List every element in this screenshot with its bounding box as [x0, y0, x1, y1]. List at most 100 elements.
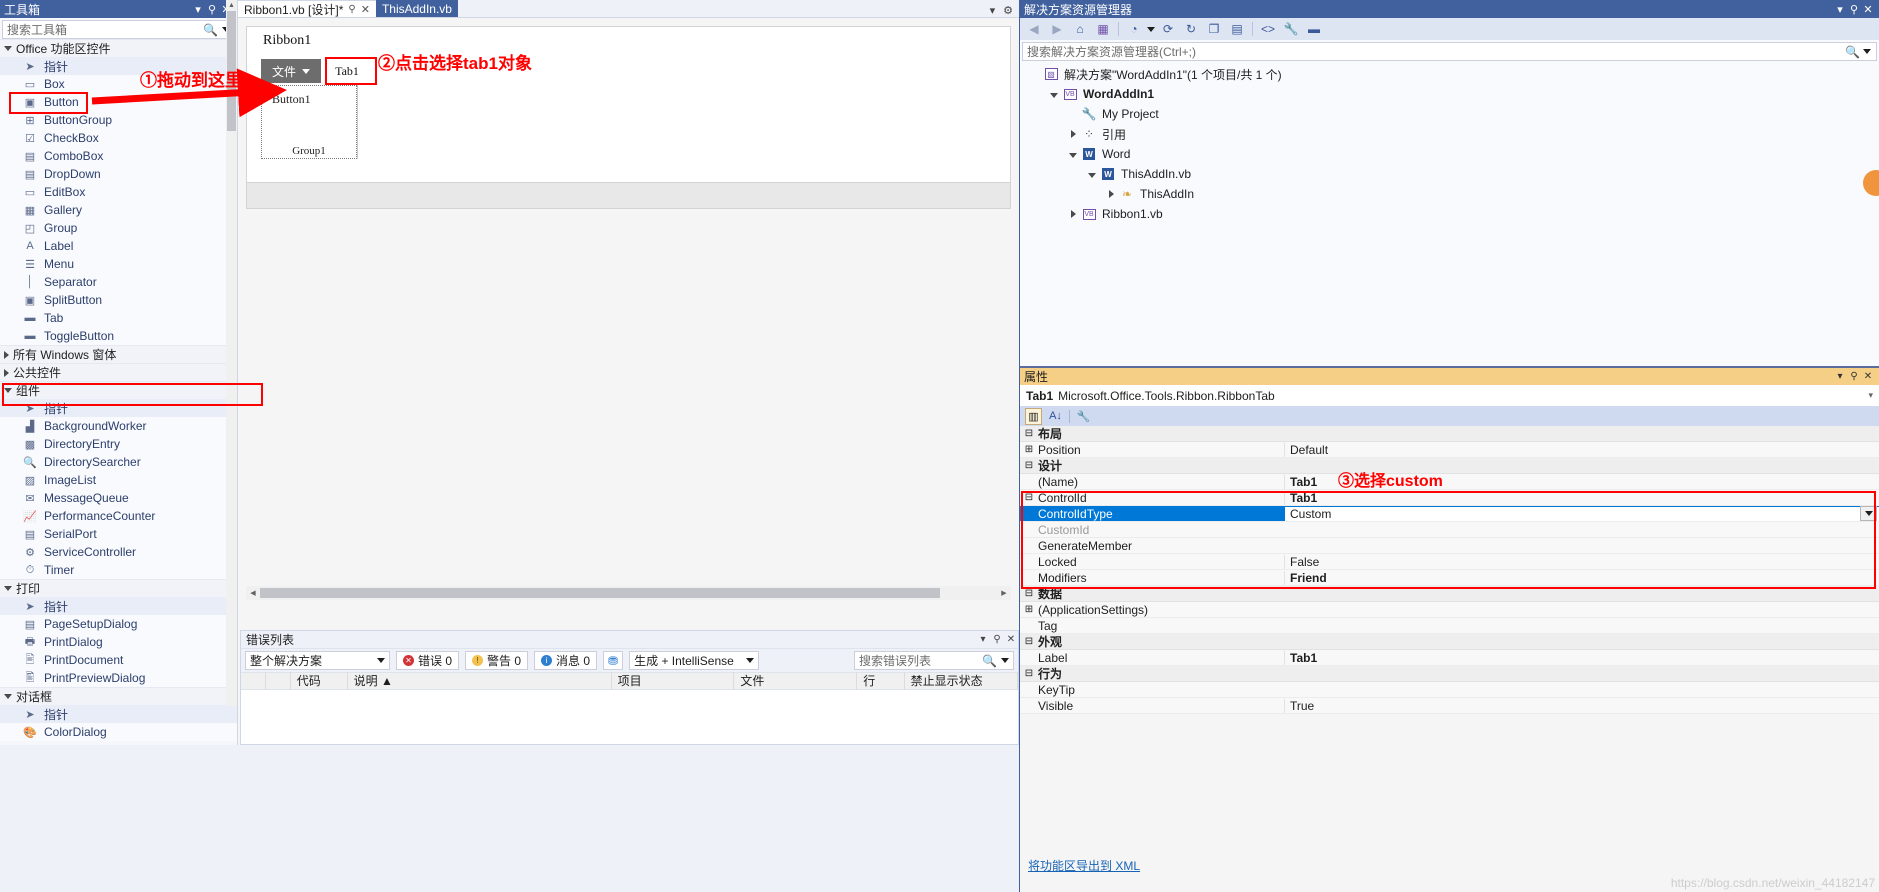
search-icon[interactable]: 🔍: [1845, 45, 1863, 59]
minimize-icon[interactable]: ▬: [1304, 19, 1324, 39]
chevron-down-icon[interactable]: [4, 46, 12, 51]
toolbox-item-dropdown[interactable]: ▤ DropDown: [0, 165, 237, 183]
pin-icon[interactable]: ⚲: [1847, 3, 1861, 16]
document-tab-thisaddin[interactable]: ThisAddIn.vb: [375, 0, 458, 17]
properties-object-select[interactable]: Tab1 Microsoft.Office.Tools.Ribbon.Ribbo…: [1020, 385, 1879, 406]
toolbox-group-header[interactable]: 组件: [0, 381, 237, 399]
chevron-down-icon[interactable]: [1860, 506, 1877, 521]
error-list-column-header[interactable]: [266, 672, 291, 690]
properties-grid[interactable]: ⊟ 布局 ⊞ Position Default ⊟ 设计 (Name) Tab1 ⊟ Control…: [1020, 426, 1879, 714]
search-icon[interactable]: 🔍: [982, 654, 997, 668]
toolbox-item-checkbox[interactable]: ☑ CheckBox: [0, 129, 237, 147]
solution-tree-item[interactable]: ❧ ThisAddIn: [1020, 184, 1879, 204]
error-list-rows[interactable]: [241, 690, 1018, 744]
close-icon[interactable]: ✕: [361, 3, 370, 16]
properties-category-row[interactable]: ⊟ 行为: [1020, 666, 1879, 682]
properties-category-row[interactable]: ⊟ 外观: [1020, 634, 1879, 650]
error-list-column-header[interactable]: [241, 672, 266, 690]
toolbox-item-splitbutton[interactable]: ▣ SplitButton: [0, 291, 237, 309]
collapse-icon[interactable]: ⊟: [1020, 588, 1038, 599]
chevron-down-icon[interactable]: ▾: [1833, 3, 1847, 16]
toolbox-item-gallery[interactable]: ▦ Gallery: [0, 201, 237, 219]
toolbox-item-directoryentry[interactable]: ▩ DirectoryEntry: [0, 435, 237, 453]
toolbox-group-header[interactable]: 公共控件: [0, 363, 237, 381]
properties-row-modifiers[interactable]: Modifiers Friend: [1020, 570, 1879, 586]
chevron-down-icon[interactable]: ▾: [1833, 371, 1847, 382]
close-icon[interactable]: ✕: [1861, 3, 1875, 16]
properties-icon[interactable]: 🔧: [1075, 408, 1092, 425]
back-icon[interactable]: ◀: [1024, 19, 1044, 39]
chevron-down-icon[interactable]: [4, 388, 12, 393]
home-icon[interactable]: ⌂: [1070, 19, 1090, 39]
toolbox-scrollbar[interactable]: ▲: [226, 0, 237, 706]
properties-row-locked[interactable]: Locked False: [1020, 554, 1879, 570]
solution-tree-item[interactable]: W ThisAddIn.vb: [1020, 164, 1879, 184]
toolbox-item-imagelist[interactable]: ▨ ImageList: [0, 471, 237, 489]
properties-category-row[interactable]: ⊟ 布局: [1020, 426, 1879, 442]
categorized-icon[interactable]: ▥: [1025, 407, 1042, 425]
expander-icon[interactable]: ⊞: [1020, 604, 1038, 615]
properties-row--applicationsettings-[interactable]: ⊞ (ApplicationSettings): [1020, 602, 1879, 618]
chevron-right-icon[interactable]: [4, 368, 9, 377]
toolbox-item-buttongroup[interactable]: ⊞ ButtonGroup: [0, 111, 237, 129]
properties-category-row[interactable]: ⊟ 数据: [1020, 586, 1879, 602]
ribbon-group-container[interactable]: Button1 Group1: [261, 85, 357, 159]
pending-changes-icon[interactable]: ◔: [1124, 19, 1144, 39]
collapse-icon[interactable]: ⊟: [1020, 460, 1038, 471]
toolbox-item-menu[interactable]: ☰ Menu: [0, 255, 237, 273]
pin-icon[interactable]: ⚲: [348, 4, 355, 15]
toolbox-item-printpreviewdialog[interactable]: 🖺 PrintPreviewDialog: [0, 669, 237, 687]
error-list-column-header[interactable]: 禁止显示状态: [905, 672, 1019, 690]
toolbox-item-serialport[interactable]: ▤ SerialPort: [0, 525, 237, 543]
messages-filter-button[interactable]: i 消息 0: [534, 651, 598, 670]
expander-icon[interactable]: ⊞: [1020, 444, 1038, 455]
properties-row-position[interactable]: ⊞ Position Default: [1020, 442, 1879, 458]
solution-explorer-tree[interactable]: ▧ 解决方案"WordAddIn1"(1 个项目/共 1 个) VB WordAddI…: [1020, 61, 1879, 224]
toolbox-item-directorysearcher[interactable]: 🔍 DirectorySearcher: [0, 453, 237, 471]
properties-row-value[interactable]: True: [1284, 698, 1879, 713]
solution-explorer-search-input[interactable]: 搜索解决方案资源管理器(Ctrl+;) 🔍: [1022, 42, 1877, 61]
error-list-column-header[interactable]: 文件: [734, 672, 858, 690]
ribbon-file-button[interactable]: 文件: [261, 59, 321, 83]
properties-row-value[interactable]: Custom: [1284, 506, 1879, 521]
toolbox-item-group[interactable]: ◰ Group: [0, 219, 237, 237]
collapse-icon[interactable]: ⊟: [1020, 428, 1038, 439]
error-list-scope-select[interactable]: 整个解决方案: [245, 651, 390, 670]
collapse-all-icon[interactable]: ❐: [1204, 19, 1224, 39]
chevron-down-icon[interactable]: [377, 658, 385, 663]
chevron-right-icon[interactable]: [1066, 127, 1080, 141]
toolbox-item-button[interactable]: ▣ Button: [0, 93, 237, 111]
toolbox-item-servicecontroller[interactable]: ⚙ ServiceController: [0, 543, 237, 561]
properties-row-visible[interactable]: Visible True: [1020, 698, 1879, 714]
sync-icon[interactable]: ↻: [1181, 19, 1201, 39]
properties-row-generatemember[interactable]: GenerateMember: [1020, 538, 1879, 554]
expander-icon[interactable]: ⊟: [1020, 492, 1038, 503]
chevron-down-icon[interactable]: [746, 658, 755, 663]
toolbox-item-combobox[interactable]: ▤ ComboBox: [0, 147, 237, 165]
designer-horizontal-scrollbar[interactable]: ◀ ▶: [246, 586, 1011, 600]
scroll-left-icon[interactable]: ◀: [246, 589, 260, 597]
properties-row--name-[interactable]: (Name) Tab1: [1020, 474, 1879, 490]
toolbox-search-input[interactable]: 搜索工具箱 🔍: [2, 20, 235, 39]
gear-icon[interactable]: ⚙: [1003, 4, 1013, 17]
properties-row-keytip[interactable]: KeyTip: [1020, 682, 1879, 698]
properties-row-controlid[interactable]: ⊟ ControlId Tab1: [1020, 490, 1879, 506]
scrollbar-track[interactable]: [260, 587, 997, 599]
pin-icon[interactable]: ⚲: [1847, 371, 1861, 382]
chevron-down-icon[interactable]: [4, 694, 12, 699]
chevron-down-icon[interactable]: ▾: [1868, 390, 1873, 401]
toolbox-item-tab[interactable]: ▬ Tab: [0, 309, 237, 327]
toolbox-list[interactable]: Office 功能区控件 ➤ 指针 ▭ Box ▣ Button ⊞ ButtonGroup ☑ C…: [0, 39, 237, 745]
refresh-icon[interactable]: ⟳: [1158, 19, 1178, 39]
properties-row-controlidtype[interactable]: ControlIdType Custom: [1020, 506, 1879, 522]
toolbox-item-printdialog[interactable]: 🖶 PrintDialog: [0, 633, 237, 651]
close-icon[interactable]: ✕: [1861, 371, 1875, 382]
chevron-down-icon[interactable]: ▾: [976, 634, 990, 645]
collapse-icon[interactable]: ⊟: [1020, 668, 1038, 679]
properties-row-value[interactable]: Default: [1284, 442, 1879, 457]
filter-icon-button[interactable]: ⛃: [603, 651, 624, 670]
chevron-down-icon[interactable]: ▾: [990, 4, 996, 17]
toolbox-item-togglebutton[interactable]: ▬ ToggleButton: [0, 327, 237, 345]
pin-icon[interactable]: ⚲: [990, 634, 1004, 645]
solution-tree-item[interactable]: W Word: [1020, 144, 1879, 164]
